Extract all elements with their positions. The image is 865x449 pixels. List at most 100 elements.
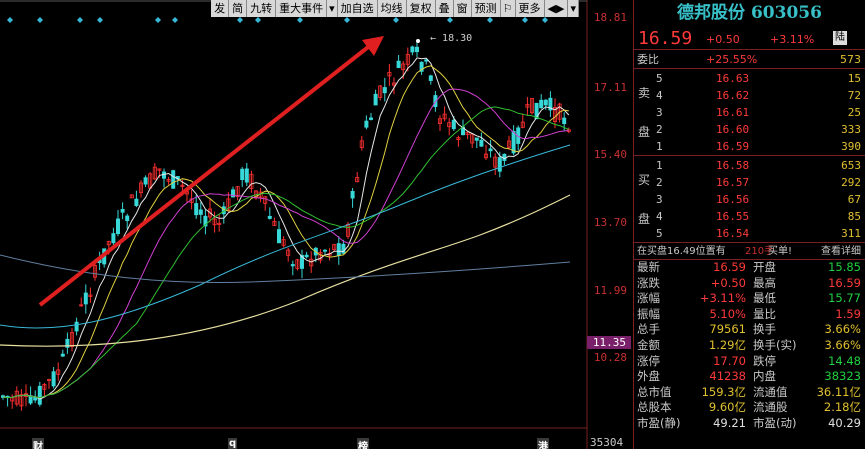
bid-book: 买盘 1 16.58 653 2 16.57 292 3 16.56 67 4 16.55 85 5 16… (634, 156, 865, 243)
ask-book: 卖盘 5 16.63 15 4 16.62 72 3 16.61 25 2 16.60 333 1 16.… (634, 69, 865, 156)
level-price: 16.55 (716, 210, 750, 223)
toolbar-button[interactable]: 复权 (407, 0, 436, 17)
candle-body (267, 215, 272, 219)
stock-name: 德邦股份 (677, 3, 746, 23)
level-volume: 653 (841, 159, 861, 172)
toolbar-button[interactable]: 简 (229, 0, 248, 17)
event-marker-q[interactable]: q (228, 438, 238, 449)
toolbar-button[interactable]: 发 (211, 0, 230, 17)
stat-label: 换手(实) (753, 337, 797, 352)
event-diamond-icon (255, 17, 261, 23)
event-diamond-icon (344, 17, 350, 23)
toolbar-button[interactable]: 九转 (247, 0, 277, 17)
toolbar-button[interactable]: ⚐ (501, 0, 516, 17)
stat-value: 5.10% (709, 306, 746, 321)
stats-row: 市盈(静) 49.21 市盈(动) 40.29 (634, 416, 865, 432)
stat-value: 3.66% (824, 322, 861, 337)
toolbar-button[interactable]: ◀▶ (545, 0, 569, 17)
level-price: 16.56 (716, 193, 750, 206)
event-diamond-icon (172, 17, 178, 23)
stat-label: 最新 (637, 260, 660, 274)
level-index: 4 (656, 210, 663, 223)
toolbar-button[interactable]: 预测 (472, 0, 501, 17)
stats-row: 总手 79561 换手 3.66% (634, 322, 865, 338)
candle-body (111, 233, 116, 244)
level-volume: 85 (847, 210, 861, 223)
level-index: 1 (656, 140, 663, 153)
event-marker-finance[interactable]: 财 (32, 438, 44, 449)
bid-row[interactable]: 1 16.58 653 (634, 157, 865, 174)
event-diamond-icon (37, 17, 43, 23)
ask-row[interactable]: 4 16.62 72 (634, 87, 865, 104)
order-ratio-label: 委比 (637, 53, 659, 66)
volume-max-label: 35304 (590, 436, 624, 449)
toolbar-button[interactable]: ▾ (327, 0, 338, 17)
toolbar-button[interactable]: ▾ (568, 0, 579, 17)
event-marker-rank[interactable]: 榜 (357, 438, 369, 449)
level-index: 2 (656, 123, 663, 136)
stat-value: 3.66% (824, 337, 861, 352)
price-tick: 17.11 (593, 81, 627, 94)
event-diamond-icon (237, 17, 243, 23)
stat-label: 开盘 (753, 260, 776, 274)
ask-row[interactable]: 2 16.60 333 (634, 121, 865, 138)
stat-value: 9.60亿 (708, 400, 746, 415)
event-diamond-icon (393, 17, 399, 23)
high-price-value: 18.30 (442, 33, 473, 44)
bid-row[interactable]: 4 16.55 85 (634, 208, 865, 225)
level-price: 16.62 (716, 89, 750, 102)
event-diamond-icon (77, 17, 83, 23)
stat-value: 49.21 (713, 415, 746, 430)
price-tick: 10.28 (593, 351, 627, 364)
toolbar-button[interactable]: 重大事件 (276, 0, 328, 17)
stats-row: 振幅 5.10% 量比 1.59 (634, 307, 865, 323)
bid-row[interactable]: 2 16.57 292 (634, 174, 865, 191)
level-index: 3 (656, 193, 663, 206)
stat-value: 40.29 (828, 415, 861, 430)
event-marker-hk[interactable]: 港 (537, 438, 549, 449)
order-alert-type: 买单! (768, 246, 793, 257)
toolbar-button[interactable]: 更多 (516, 0, 545, 17)
trend-arrow-line (38, 42, 374, 307)
price-change: +0.50 (706, 33, 740, 46)
market-badge[interactable]: 陆 (833, 31, 847, 45)
stat-value: 1.59 (835, 306, 861, 321)
level-index: 5 (656, 227, 663, 240)
order-ratio-diff: 573 (840, 53, 861, 66)
trend-arrow-head-icon (362, 36, 384, 56)
stats-row: 涨停 17.70 跌停 14.48 (634, 354, 865, 370)
toolbar-button[interactable]: 窗 (454, 0, 472, 17)
stat-label: 涨跌 (637, 275, 660, 290)
candle-body (396, 60, 401, 68)
stat-label: 外盘 (637, 369, 660, 384)
ask-row[interactable]: 1 16.59 390 (634, 138, 865, 155)
level-volume: 15 (847, 72, 861, 85)
kline-canvas[interactable] (0, 0, 632, 449)
kline-chart[interactable]: 发简九转 重大事件 ▾ 加自选 均线 复权叠窗预测 ⚐ 更多 ◀▶ ▾ 18.81 17.11 1… (0, 0, 632, 449)
toolbar-button[interactable]: 加自选 (338, 0, 378, 17)
stat-label: 内盘 (753, 369, 776, 384)
toolbar-button[interactable]: 叠 (436, 0, 454, 17)
candle-body (382, 87, 387, 94)
stat-value: 15.77 (828, 291, 861, 306)
stat-label: 振幅 (637, 306, 660, 321)
price-change-pct: +3.11% (770, 33, 815, 46)
order-alert-detail-link[interactable]: 查看详细 (821, 243, 861, 260)
price-tick: 18.81 (593, 11, 627, 24)
quote-panel: 德邦股份 603056 16.59 +0.50 +3.11% 陆 委比 +25.… (633, 0, 865, 449)
toolbar-button[interactable]: 均线 (378, 0, 407, 17)
candle-body (502, 153, 507, 161)
stat-value: 41238 (709, 369, 746, 384)
bid-row[interactable]: 5 16.54 311 (634, 225, 865, 242)
stat-value: 14.48 (828, 353, 861, 368)
price-tick: 15.40 (593, 148, 627, 161)
candle-body (74, 321, 79, 332)
stat-label: 量比 (753, 306, 776, 321)
ask-row[interactable]: 5 16.63 15 (634, 70, 865, 87)
candle-body (194, 203, 199, 216)
stat-label: 金额 (637, 337, 660, 352)
stat-value: 38323 (824, 369, 861, 384)
candle-body (410, 46, 415, 53)
bid-row[interactable]: 3 16.56 67 (634, 191, 865, 208)
ask-row[interactable]: 3 16.61 25 (634, 104, 865, 121)
